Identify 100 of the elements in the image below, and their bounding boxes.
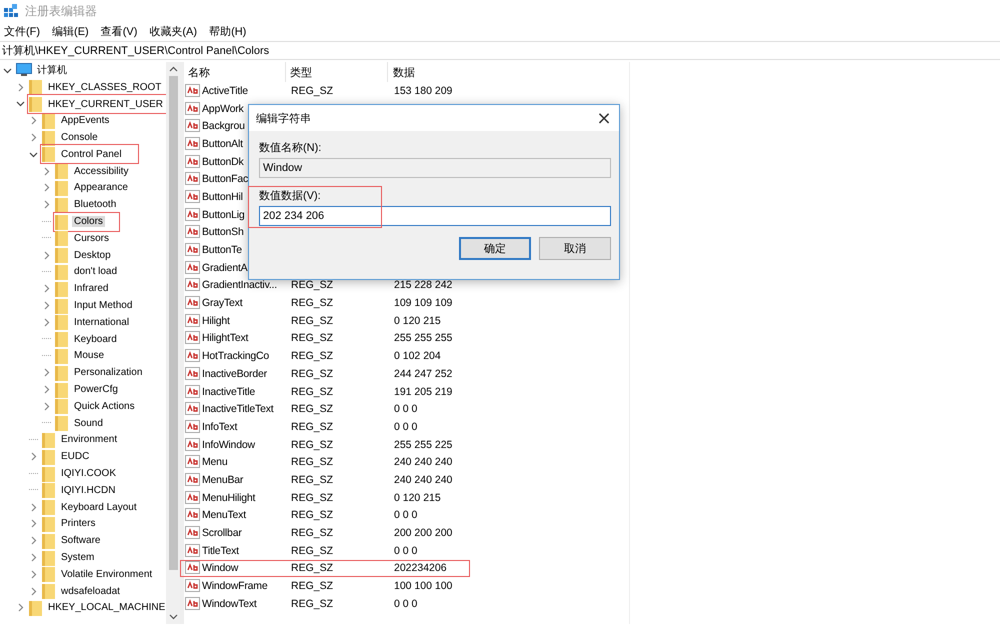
menu-item[interactable]: 编辑(E)	[52, 24, 89, 38]
value-data: 0 102 204	[393, 350, 442, 362]
tree-item[interactable]: Software	[59, 535, 102, 546]
tree-item[interactable]: IQIYI.HCDN	[59, 484, 118, 496]
expanded-chevron-icon[interactable]	[29, 150, 38, 159]
folder-icon	[42, 550, 56, 566]
tree-item[interactable]: Volatile Environment	[59, 568, 154, 580]
tree-item[interactable]: Bluetooth	[72, 199, 118, 210]
folder-icon	[42, 516, 56, 532]
collapsed-chevron-icon[interactable]	[42, 402, 51, 411]
tree-item[interactable]: Accessibility	[72, 166, 130, 177]
column-header[interactable]: 数据	[388, 62, 629, 82]
value-data: 0 120 215	[393, 492, 442, 504]
collapsed-chevron-icon[interactable]	[16, 82, 25, 92]
collapsed-chevron-icon[interactable]	[16, 603, 25, 612]
value-data: 240 240 240	[393, 474, 454, 486]
tree-item[interactable]: Appearance	[72, 182, 130, 194]
collapsed-chevron-icon[interactable]	[42, 183, 51, 192]
tree-item[interactable]: Colors	[72, 216, 105, 228]
scrollbar-thumb[interactable]	[168, 76, 178, 570]
tree-item[interactable]: Printers	[59, 518, 98, 530]
expanded-chevron-icon[interactable]	[16, 99, 25, 108]
value-type: REG_SZ	[290, 314, 334, 327]
collapsed-chevron-icon[interactable]	[29, 452, 38, 462]
collapsed-chevron-icon[interactable]	[42, 385, 51, 394]
value-name: InactiveBorder	[202, 368, 267, 380]
column-header[interactable]: 类型	[286, 62, 388, 82]
tree-item[interactable]: Environment	[59, 434, 120, 446]
collapsed-chevron-icon[interactable]	[29, 570, 38, 579]
tree-item[interactable]: Personalization	[72, 367, 144, 378]
tree-item[interactable]: International	[72, 316, 132, 328]
collapsed-chevron-icon[interactable]	[29, 116, 38, 126]
value-name: Menu	[202, 456, 228, 468]
folder-icon	[55, 364, 69, 381]
tree-item[interactable]: Infrared	[72, 283, 110, 294]
tree-item[interactable]: Sound	[72, 418, 105, 429]
tree-item[interactable]: Console	[59, 132, 100, 144]
tree-item[interactable]: EUDC	[59, 451, 92, 462]
menu-item[interactable]: 文件(F)	[4, 24, 40, 38]
value-name: Backgrou	[202, 120, 245, 132]
tree-item[interactable]: Control Panel	[59, 148, 124, 160]
value-type: REG_SZ	[290, 456, 334, 468]
collapsed-chevron-icon[interactable]	[42, 284, 51, 294]
value-name: Scrollbar	[202, 527, 242, 540]
close-button[interactable]: ×	[589, 105, 619, 131]
folder-icon	[55, 230, 69, 246]
tree-item[interactable]: HKEY_CLASSES_ROOT	[46, 82, 164, 93]
tree-item[interactable]: Keyboard Layout	[59, 502, 139, 513]
tree-item[interactable]: AppEvents	[59, 115, 112, 126]
collapsed-chevron-icon[interactable]	[42, 301, 51, 310]
column-header[interactable]: 名称	[184, 62, 286, 82]
string-value-icon	[185, 208, 200, 222]
dialog-button[interactable]: 取消	[539, 237, 611, 260]
window-title: 注册表编辑器	[25, 2, 97, 20]
folder-icon	[29, 96, 43, 112]
tree-item[interactable]: 计算机	[35, 63, 69, 78]
tree-item[interactable]: Quick Actions	[72, 400, 137, 412]
value-name: GrayText	[202, 297, 242, 310]
address-bar[interactable]: 计算机\HKEY_CURRENT_USER\Control Panel\Colors	[0, 41, 1000, 60]
tree-item[interactable]: PowerCfg	[72, 384, 120, 396]
collapsed-chevron-icon[interactable]	[29, 502, 38, 512]
collapsed-chevron-icon[interactable]	[42, 250, 51, 260]
tree-item[interactable]: IQIYI.COOK	[59, 468, 118, 480]
tree-item[interactable]: Cursors	[72, 232, 112, 244]
collapsed-chevron-icon[interactable]	[42, 200, 51, 210]
folder-icon	[55, 382, 69, 398]
folder-icon	[42, 448, 56, 465]
collapsed-chevron-icon[interactable]	[29, 553, 38, 562]
dialog-button[interactable]: 确定	[459, 237, 531, 260]
scroll-up-icon[interactable]	[168, 66, 178, 72]
collapsed-chevron-icon[interactable]	[29, 133, 38, 142]
menu-item[interactable]: 帮助(H)	[209, 24, 246, 38]
tree-item[interactable]: System	[59, 552, 96, 564]
collapsed-chevron-icon[interactable]	[42, 318, 51, 327]
tree-item[interactable]: don't load	[72, 266, 120, 278]
value-data: 240 240 240	[393, 456, 454, 468]
collapsed-chevron-icon[interactable]	[29, 586, 38, 596]
scrollbar[interactable]	[166, 62, 180, 624]
tree-item[interactable]: Input Method	[72, 300, 134, 312]
collapsed-chevron-icon[interactable]	[29, 519, 38, 528]
expanded-chevron-icon[interactable]	[3, 66, 12, 75]
scroll-down-icon[interactable]	[168, 614, 178, 620]
tree-item[interactable]: Keyboard	[72, 334, 119, 345]
value-data-field[interactable]: 202 234 206	[259, 206, 611, 226]
menu-item[interactable]: 查看(V)	[100, 24, 138, 38]
tree-item[interactable]: wdsafeloadat	[59, 586, 122, 597]
tree-item[interactable]: Mouse	[72, 350, 106, 362]
string-value-icon	[185, 243, 200, 258]
folder-icon	[29, 79, 43, 96]
tree-item[interactable]: HKEY_CURRENT_USER	[46, 98, 166, 110]
collapsed-chevron-icon[interactable]	[42, 166, 51, 176]
value-data: 0 0 0	[393, 420, 418, 433]
collapsed-chevron-icon[interactable]	[42, 368, 51, 378]
menu-item[interactable]: 收藏夹(A)	[149, 24, 198, 38]
tree-item[interactable]: Desktop	[72, 250, 113, 261]
tree-item[interactable]: HKEY_LOCAL_MACHINE	[46, 602, 166, 614]
collapsed-chevron-icon[interactable]	[29, 536, 38, 546]
value-name-field[interactable]: Window	[259, 158, 611, 178]
value-name: ButtonFac	[202, 173, 248, 186]
string-value-icon	[185, 190, 200, 204]
